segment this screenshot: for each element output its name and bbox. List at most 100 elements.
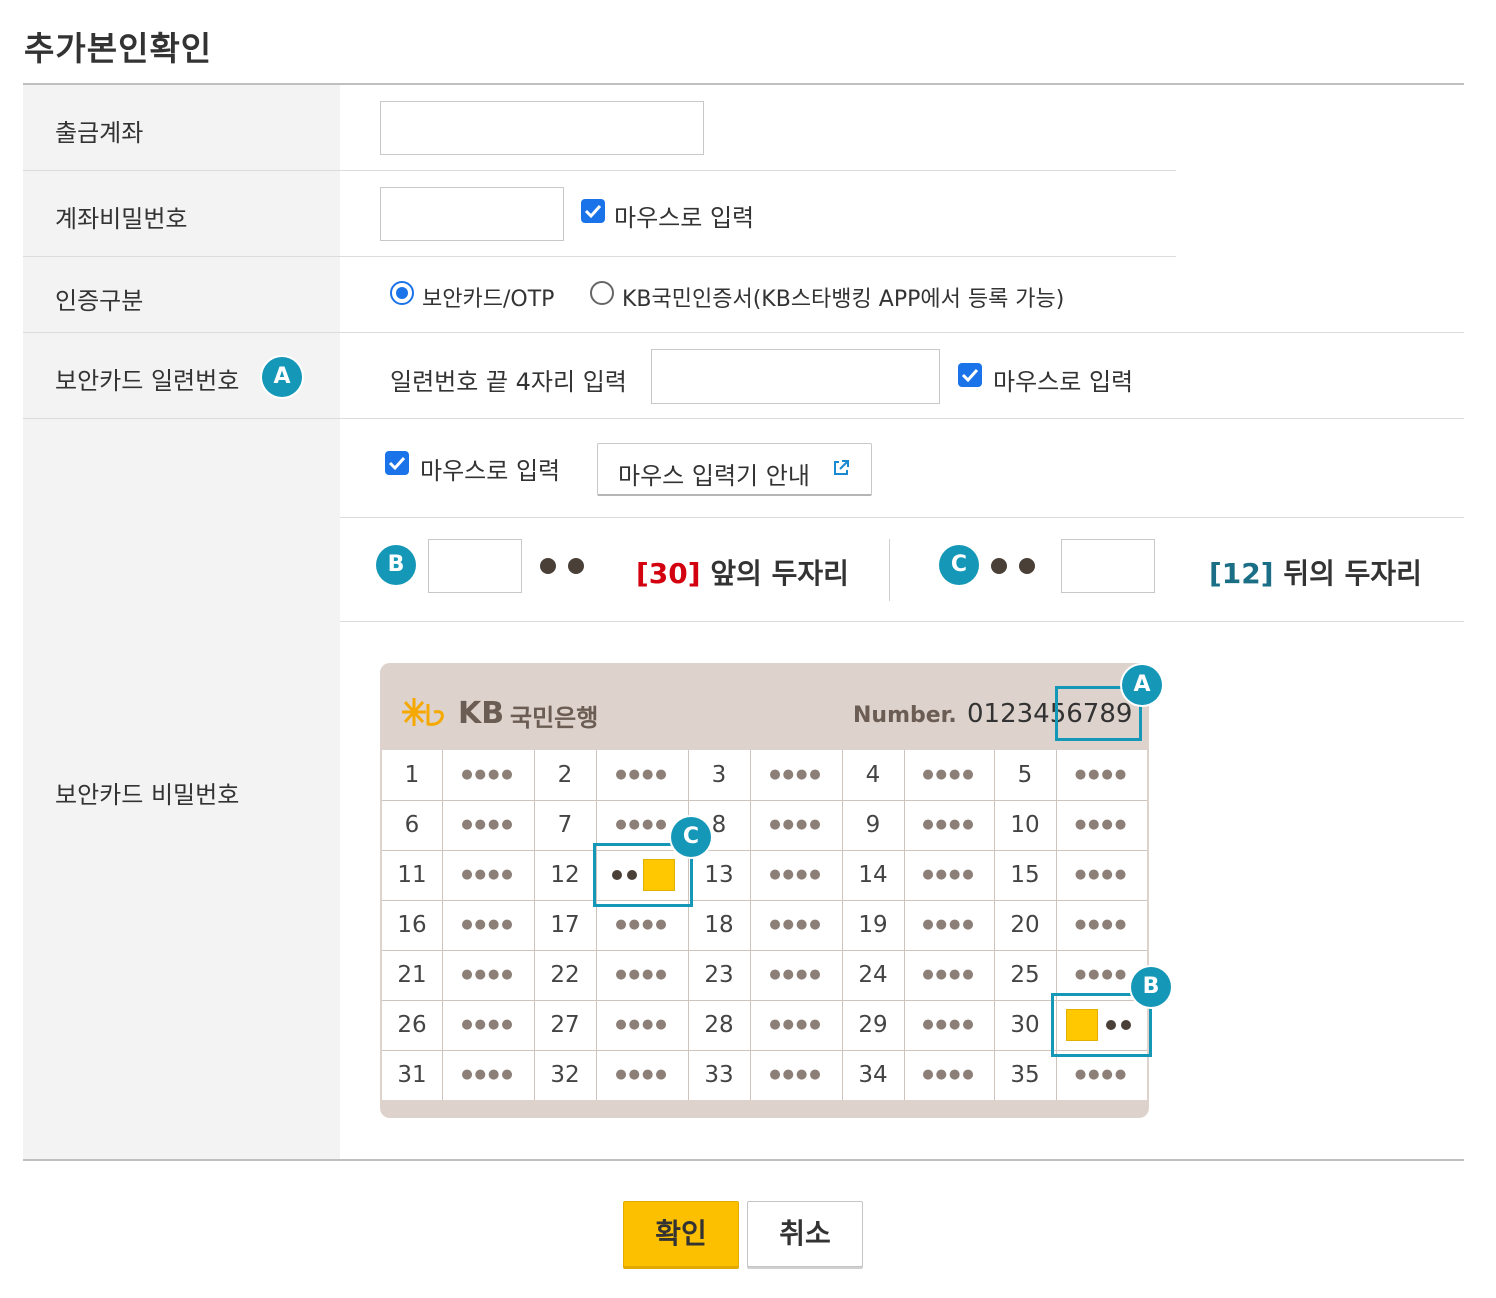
grid-line <box>596 750 597 1100</box>
card-cell-masked-value: ●●●● <box>1074 867 1129 882</box>
serial-label: 보안카드 일련번호 <box>55 367 240 395</box>
card-cell-number: 13 <box>704 862 734 888</box>
row-divider <box>340 517 1464 518</box>
card-cell-masked-value: ●●●● <box>461 817 515 832</box>
card-cell-masked-value: ●●●● <box>922 917 976 932</box>
account-input[interactable] <box>380 101 704 155</box>
front-number: [30] <box>636 557 701 590</box>
card-cell-masked-value: ●●●● <box>461 767 515 782</box>
external-link-icon <box>834 460 849 475</box>
card-cell-masked-value: ●●●● <box>769 867 823 882</box>
card-cell-number: 20 <box>1010 912 1040 938</box>
mask-dot <box>991 558 1007 574</box>
card-cell-number: 26 <box>397 1012 427 1038</box>
card-cell-number: 27 <box>550 1012 580 1038</box>
cardpw-label-cell: 보안카드 비밀번호 <box>23 419 340 1159</box>
card-cell-number: 18 <box>704 912 734 938</box>
cancel-button[interactable]: 취소 <box>747 1201 863 1267</box>
card-cell-number: 14 <box>858 862 888 888</box>
cell30-highlight-square <box>1066 1009 1098 1041</box>
bank-logo-kb: KB <box>458 696 505 731</box>
card-cell-masked-value: ●●●● <box>461 1067 515 1082</box>
card-cell-number: 29 <box>858 1012 888 1038</box>
card-cell-number: 10 <box>1010 812 1040 838</box>
card-cell-masked-value: ●●●● <box>1074 767 1129 782</box>
check-icon <box>584 204 602 219</box>
account-password-input[interactable] <box>380 187 564 241</box>
card-cell-masked-value: ●●●● <box>615 1067 669 1082</box>
card-cell-number: 34 <box>858 1062 888 1088</box>
grid-line <box>442 750 443 1100</box>
card-cell-masked-value: ●●●● <box>922 817 976 832</box>
card-cell-number: 3 <box>711 762 727 788</box>
card-badge-b: B <box>1131 967 1171 1007</box>
card-cell-masked-value: ●●●● <box>922 867 976 882</box>
back-digits-input[interactable] <box>1061 539 1155 593</box>
card-cell-masked-value: ●●●● <box>461 867 515 882</box>
card-cell-number: 31 <box>397 1062 427 1088</box>
front-badge-b: B <box>376 545 416 585</box>
card-cell-number: 19 <box>858 912 888 938</box>
card-cell-masked-value: ●●●● <box>461 967 515 982</box>
card-cell-number: 32 <box>550 1062 580 1088</box>
mask-dot <box>1121 1020 1131 1030</box>
card-cell-masked-value: ●●●● <box>1074 917 1129 932</box>
grid-line <box>904 750 905 1100</box>
card-cell-number: 11 <box>397 862 427 888</box>
cardpw-mouse-label: 마우스로 입력 <box>420 457 561 485</box>
serial-input[interactable] <box>651 349 940 404</box>
back-instruction: [12] 뒤의 두자리 <box>1209 552 1422 592</box>
card-cell-masked-value: ●●●● <box>922 767 976 782</box>
bank-logo-name: 국민은행 <box>510 704 599 732</box>
front-instruction: [30] 앞의 두자리 <box>636 552 849 592</box>
auth-label-cell: 인증구분 <box>23 257 340 332</box>
card-cell-masked-value: ●●●● <box>769 917 823 932</box>
card-cell-masked-value: ●●●● <box>769 1017 823 1032</box>
card-cell-number: 7 <box>557 812 573 838</box>
account-label-cell: 출금계좌 <box>23 85 340 170</box>
card-cell-masked-value: ●●●● <box>769 817 823 832</box>
cardpw-mouse-checkbox[interactable] <box>385 451 409 475</box>
card-cell-number: 4 <box>865 762 881 788</box>
back-number: [12] <box>1209 557 1274 590</box>
confirm-button[interactable]: 확인 <box>623 1201 739 1267</box>
grid-line <box>382 850 1147 851</box>
card-cell-number: 21 <box>397 962 427 988</box>
card-grid: 1 ●●●● 2 ●●●● 3 ●●●● 4 ●●●● 5 ●●●● 6 ●●●● 7 ●●●● 8 ●●●●… <box>382 750 1147 1100</box>
auth-option-securitycard[interactable]: 보안카드/OTP <box>422 281 554 313</box>
mouse-guide-button[interactable]: 마우스 입력기 안내 <box>597 443 872 496</box>
card-cell-masked-value: ●●●● <box>769 1067 823 1082</box>
auth-option-kbcert[interactable]: KB국민인증서(KB스타뱅킹 APP에서 등록 가능) <box>622 281 1064 313</box>
auth-radio-securitycard[interactable] <box>390 281 414 305</box>
auth-radio-kbcert[interactable] <box>590 281 614 305</box>
password-label-cell: 계좌비밀번호 <box>23 171 340 256</box>
password-mouse-label: 마우스로 입력 <box>614 204 755 232</box>
grid-line <box>382 800 1147 801</box>
front-digits-input[interactable] <box>428 539 522 593</box>
card-cell-number: 16 <box>397 912 427 938</box>
password-mouse-checkbox[interactable] <box>581 199 605 223</box>
card-cell-masked-value: ●●●● <box>615 1017 669 1032</box>
serial-mouse-checkbox[interactable] <box>958 363 982 387</box>
grid-line <box>842 750 843 1100</box>
grid-line <box>688 750 689 1100</box>
mask-dot <box>540 558 556 574</box>
card-cell-number: 33 <box>704 1062 734 1088</box>
card-cell-masked-value: ●●●● <box>615 917 669 932</box>
page-title: 추가본인확인 <box>24 29 213 68</box>
card-cell-number: 6 <box>404 812 420 838</box>
cardpw-label: 보안카드 비밀번호 <box>55 781 240 809</box>
back-text: 뒤의 두자리 <box>1283 557 1422 590</box>
card-cell-masked-value: ●●●● <box>922 1017 976 1032</box>
grid-line <box>382 1050 1147 1051</box>
card-cell-number: 1 <box>404 762 420 788</box>
card-cell-masked-value: ●●●● <box>461 917 515 932</box>
card-cell-masked-value: ●●●● <box>615 767 669 782</box>
divider <box>889 539 890 601</box>
kb-star-icon <box>402 698 444 726</box>
card-cell-masked-value: ●●●● <box>769 967 823 982</box>
card-cell-masked-value: ●●●● <box>1074 1067 1129 1082</box>
grid-line <box>382 950 1147 951</box>
security-card-illustration: KB 국민은행 Number. 0123456789 1 ●●●● 2 ●●●● 3 ●●… <box>380 663 1149 1118</box>
card-cell-number: 9 <box>865 812 881 838</box>
